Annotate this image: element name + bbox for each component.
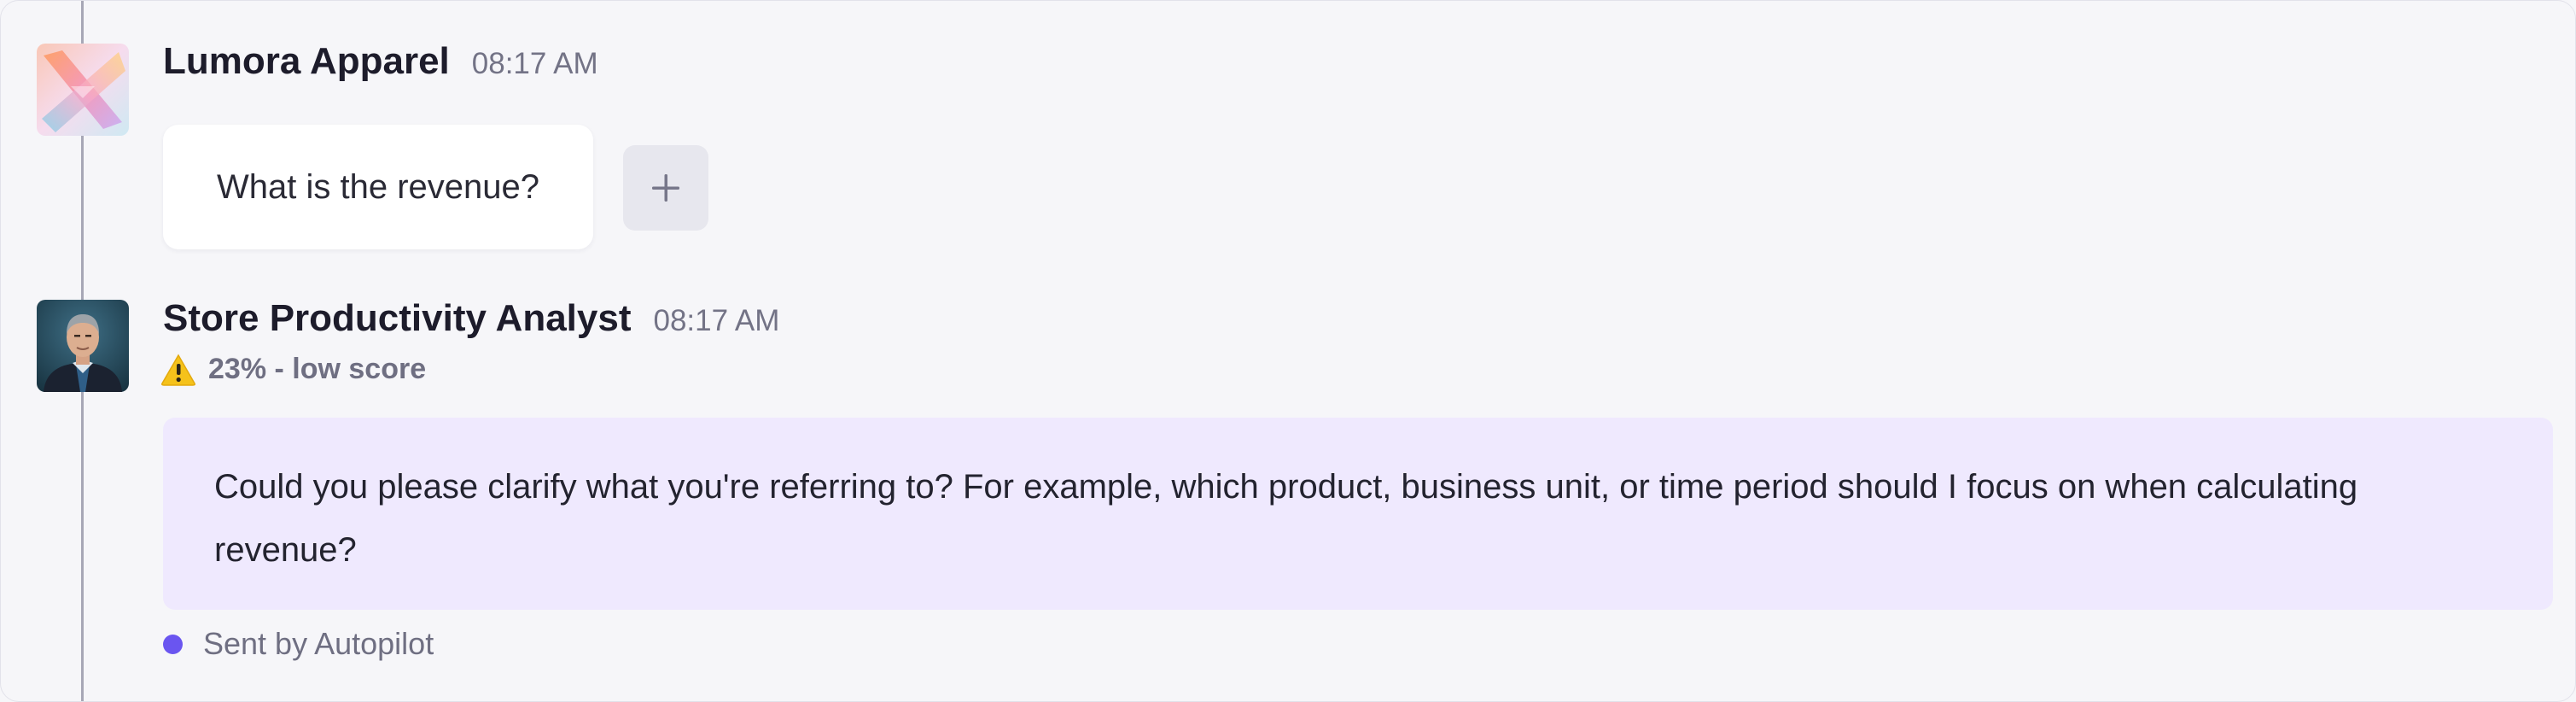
- plus-icon: [652, 174, 679, 202]
- confidence-score: 23% - low score: [160, 353, 426, 386]
- score-label: 23% - low score: [208, 353, 427, 385]
- message-timestamp: 08:17 AM: [471, 47, 598, 80]
- sender-name[interactable]: Lumora Apparel: [163, 40, 450, 83]
- message-header-lumora: Lumora Apparel 08:17 AM: [163, 40, 598, 83]
- autopilot-dot-icon: [163, 634, 183, 654]
- message-header-analyst: Store Productivity Analyst 08:17 AM: [163, 297, 779, 340]
- autopilot-status: Sent by Autopilot: [163, 626, 434, 662]
- agent-message-bubble: Could you please clarify what you're ref…: [163, 418, 2553, 610]
- message-timestamp: 08:17 AM: [653, 304, 780, 337]
- warning-icon: [161, 353, 195, 386]
- analyst-avatar[interactable]: [37, 300, 129, 392]
- lumora-apparel-avatar[interactable]: [37, 44, 129, 136]
- sender-name[interactable]: Store Productivity Analyst: [163, 297, 632, 340]
- chat-thread-panel: Lumora Apparel 08:17 AM What is the reve…: [0, 0, 2576, 702]
- sent-by-label: Sent by Autopilot: [203, 626, 434, 661]
- person-photo-avatar: [37, 300, 129, 392]
- add-button[interactable]: [623, 145, 708, 231]
- user-message-text: What is the revenue?: [217, 167, 539, 206]
- agent-message-text: Could you please clarify what you're ref…: [214, 468, 2358, 569]
- user-message-bubble: What is the revenue?: [163, 125, 593, 249]
- brand-x-logo-icon: [37, 44, 129, 136]
